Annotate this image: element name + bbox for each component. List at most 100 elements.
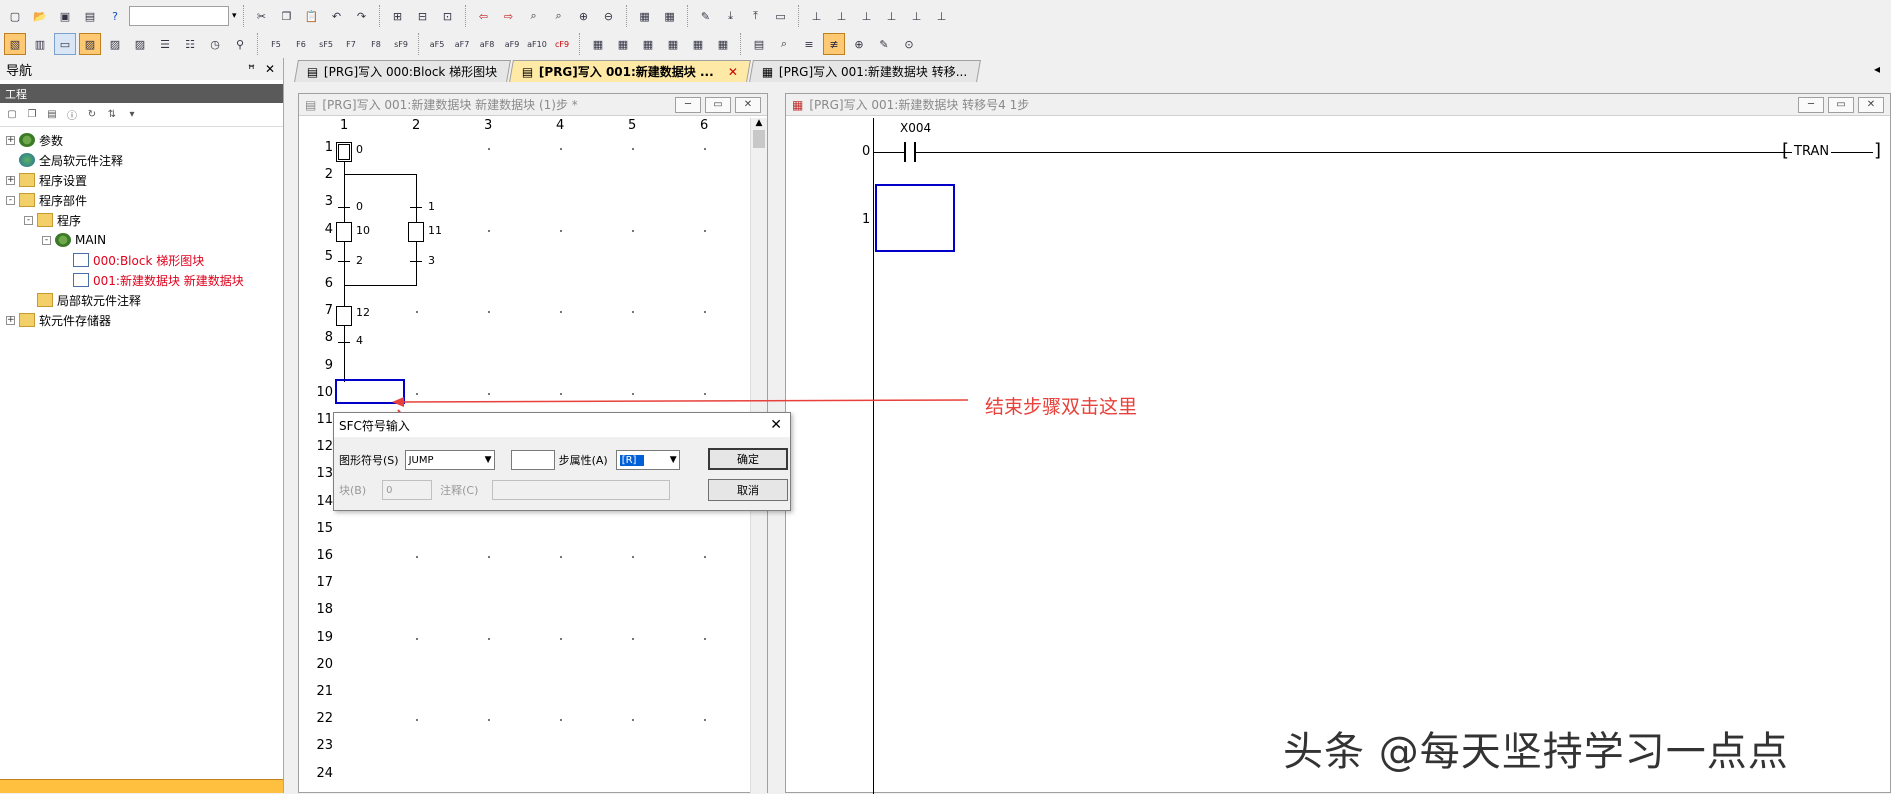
read-icon[interactable]: ⤓ <box>720 5 742 27</box>
grid3-icon[interactable]: ▦ <box>637 33 659 55</box>
expand-toggle-icon[interactable]: - <box>6 195 15 205</box>
save-icon[interactable]: ▣ <box>54 5 76 27</box>
step-af8-icon[interactable]: aF8 <box>476 33 498 55</box>
sfc-transition[interactable] <box>410 207 422 208</box>
tree-item[interactable]: 001:新建数据块 新建数据块 <box>0 270 283 290</box>
zoom2-icon[interactable]: ⊖ <box>598 5 620 27</box>
step-af7-icon[interactable]: aF7 <box>451 33 473 55</box>
grid5-icon[interactable]: ▦ <box>687 33 709 55</box>
undo-icon[interactable]: ↶ <box>326 5 348 27</box>
clock-icon[interactable]: ◷ <box>204 33 226 55</box>
copy-icon[interactable]: ❐ <box>276 5 298 27</box>
symbol-select[interactable]: JUMP ▼ <box>404 450 495 470</box>
contact-symbol[interactable] <box>904 142 916 162</box>
expand-toggle-icon[interactable]: + <box>6 315 15 325</box>
step-af9-icon[interactable]: aF9 <box>501 33 523 55</box>
tree-item[interactable]: 全局软元件注释 <box>0 150 283 170</box>
grid4-icon[interactable]: ▦ <box>662 33 684 55</box>
expand-toggle-icon[interactable]: + <box>6 175 15 185</box>
verify-icon[interactable]: ⤒ <box>745 5 767 27</box>
dev2-icon[interactable]: ⊟ <box>412 5 434 27</box>
find-icon[interactable]: ⌕ <box>523 5 545 27</box>
copy-data-icon[interactable]: ❐ <box>24 107 40 123</box>
toolbar-combo[interactable] <box>129 6 229 26</box>
cancel-button[interactable]: 取消 <box>708 479 788 501</box>
expand-toggle-icon[interactable]: - <box>42 235 51 245</box>
chevron-down-icon[interactable]: ▼ <box>670 455 677 465</box>
binoculars-icon[interactable]: ⚲ <box>229 33 251 55</box>
dev-icon[interactable]: ⊞ <box>387 5 409 27</box>
sfc-step[interactable] <box>336 222 352 242</box>
tree-item[interactable]: + 参数 <box>0 130 283 150</box>
tab-block-ladder[interactable]: ▤ [PRG]写入 000:Block 梯形图块 <box>294 60 511 82</box>
step-cf9-icon[interactable]: cF9 <box>551 33 573 55</box>
tools-icon[interactable]: ✎ <box>873 33 895 55</box>
chevron-down-icon[interactable]: ▼ <box>485 455 492 465</box>
dialog-close-icon[interactable]: ✕ <box>770 417 782 433</box>
align-icon[interactable]: ≡ <box>798 33 820 55</box>
close-icon[interactable]: ✕ <box>265 62 275 76</box>
step-f8-icon[interactable]: F8 <box>365 33 387 55</box>
grid2-icon[interactable]: ▦ <box>612 33 634 55</box>
tree-item[interactable]: 局部软元件注释 <box>0 290 283 310</box>
paste-data-icon[interactable]: ▤ <box>44 107 60 123</box>
sort-icon[interactable]: ⇅ <box>104 107 120 123</box>
tab-sfc-block[interactable]: ▤ [PRG]写入 001:新建数据块 ... ✕ <box>508 60 751 82</box>
ok-button[interactable]: 确定 <box>708 448 788 470</box>
redo-icon[interactable]: ↷ <box>351 5 373 27</box>
step-f7-icon[interactable]: F7 <box>340 33 362 55</box>
tree-item[interactable]: - 程序 <box>0 210 283 230</box>
open-icon[interactable]: 📂 <box>29 5 51 27</box>
symbol-number-input[interactable] <box>510 450 555 470</box>
maximize-button[interactable]: ▭ <box>705 96 731 113</box>
ladder-cursor[interactable] <box>875 184 955 252</box>
sfc-step[interactable] <box>336 306 352 326</box>
zoom-icon[interactable]: ⊕ <box>573 5 595 27</box>
maximize-button[interactable]: ▭ <box>1828 96 1854 113</box>
dev-mode2-icon[interactable]: ▨ <box>104 33 126 55</box>
comment-input[interactable] <box>492 480 671 500</box>
step-af5-icon[interactable]: aF5 <box>426 33 448 55</box>
ladder4-icon[interactable]: ⊥ <box>881 5 903 27</box>
zoom-in-icon[interactable]: ⊕ <box>848 33 870 55</box>
tree-item[interactable]: - 程序部件 <box>0 190 283 210</box>
block-input[interactable]: 0 <box>382 480 433 500</box>
scroll-up-icon[interactable]: ▲ <box>751 118 767 128</box>
device-icon[interactable]: ▦ <box>634 5 656 27</box>
list-icon[interactable]: ☰ <box>154 33 176 55</box>
dev-mode-icon[interactable]: ▨ <box>79 33 101 55</box>
sfc-edit-icon[interactable]: ≢ <box>823 33 845 55</box>
arrow-left-icon[interactable]: ⇦ <box>473 5 495 27</box>
expand-toggle-icon[interactable]: + <box>6 135 15 145</box>
expand-toggle-icon[interactable]: - <box>24 215 33 225</box>
minimize-button[interactable]: ─ <box>1798 96 1824 113</box>
write-icon[interactable]: ✎ <box>695 5 717 27</box>
step-sf9-icon[interactable]: sF9 <box>390 33 412 55</box>
tree-item[interactable]: + 程序设置 <box>0 170 283 190</box>
tab-transition[interactable]: ▦ [PRG]写入 001:新建数据块 转移... <box>748 60 981 82</box>
ladder3-icon[interactable]: ⊥ <box>856 5 878 27</box>
close-button[interactable]: ✕ <box>735 96 761 113</box>
window-icon[interactable]: ▭ <box>54 33 76 55</box>
print-icon[interactable]: ▤ <box>79 5 101 27</box>
tree-item[interactable]: - MAIN <box>0 230 283 250</box>
step-af10-icon[interactable]: aF10 <box>526 33 548 55</box>
sfc-transition[interactable] <box>410 261 422 262</box>
search-icon[interactable]: ⌕ <box>773 33 795 55</box>
refresh-icon[interactable]: ↻ <box>84 107 100 123</box>
table-icon[interactable]: ▤ <box>748 33 770 55</box>
filter-icon[interactable]: ▾ <box>124 107 140 123</box>
cut-icon[interactable]: ✂ <box>251 5 273 27</box>
help-icon[interactable]: ? <box>104 5 126 27</box>
step-sf5-icon[interactable]: sF5 <box>315 33 337 55</box>
device2-icon[interactable]: ▦ <box>659 5 681 27</box>
tree-item[interactable]: 000:Block 梯形图块 <box>0 250 283 270</box>
magnify-icon[interactable]: ⊙ <box>898 33 920 55</box>
close-button[interactable]: ✕ <box>1858 96 1884 113</box>
properties-icon[interactable]: ⓘ <box>64 107 80 123</box>
attr-select[interactable]: [R] ▼ <box>615 450 680 470</box>
monitor-icon[interactable]: ▭ <box>770 5 792 27</box>
sfc-step[interactable] <box>408 222 424 242</box>
ladder-icon[interactable]: ⊥ <box>806 5 828 27</box>
pin-icon[interactable]: ꟸ <box>248 62 255 76</box>
